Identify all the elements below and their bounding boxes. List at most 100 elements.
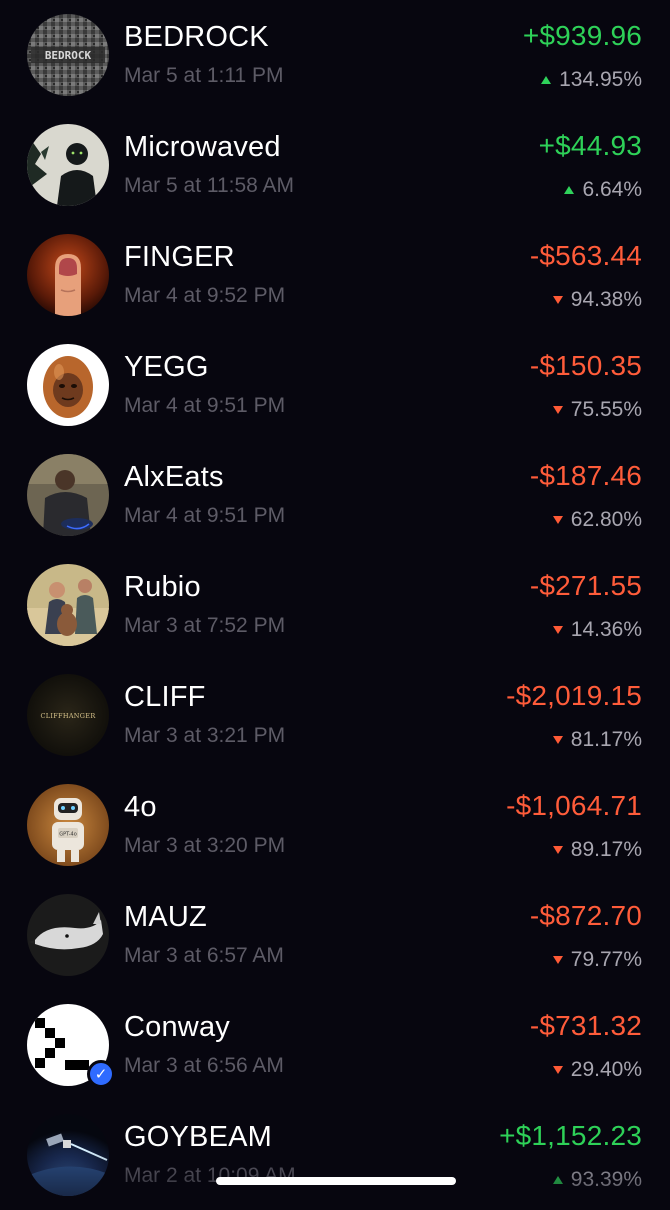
triangle-up-icon: [564, 186, 575, 194]
finger-avatar-image: [27, 234, 109, 316]
token-avatar: [27, 1114, 109, 1196]
pnl-percent: 89.17%: [552, 838, 642, 862]
token-avatar: [27, 564, 109, 646]
holding-row-goybeam[interactable]: GOYBEAM Mar 2 at 10:09 AM +$1,152.23 93.…: [0, 1100, 670, 1210]
token-name: MAUZ: [124, 901, 207, 933]
purchase-date: Mar 3 at 3:21 PM: [124, 724, 286, 747]
triangle-up-icon: [552, 1176, 563, 1184]
pnl-amount: -$271.55: [529, 570, 642, 601]
token-name: CLIFF: [124, 681, 206, 713]
purchase-date: Mar 3 at 3:20 PM: [124, 834, 286, 857]
token-avatar: [27, 234, 109, 316]
triangle-up-icon: [541, 76, 552, 84]
holding-row-cliff[interactable]: CLIFFHANGER CLIFF Mar 3 at 3:21 PM -$2,0…: [0, 660, 670, 770]
holding-row-yegg[interactable]: YEGG Mar 4 at 9:51 PM -$150.35 75.55%: [0, 330, 670, 440]
token-name: BEDROCK: [124, 21, 269, 53]
goybeam-avatar-image: [27, 1114, 109, 1196]
microwaved-avatar-image: [27, 124, 109, 206]
pnl-percent-value: 29.40%: [570, 1058, 642, 1081]
verified-check-icon: ✓: [87, 1060, 115, 1088]
holding-row-4o[interactable]: GPT-4o 4o Mar 3 at 3:20 PM -$1,064.71 89…: [0, 770, 670, 880]
token-name: AlxEats: [124, 461, 224, 493]
token-name: YEGG: [124, 351, 209, 383]
triangle-down-icon: [552, 406, 563, 414]
pnl-amount: -$2,019.15: [506, 680, 642, 711]
purchase-date: Mar 4 at 9:51 PM: [124, 504, 286, 527]
pnl-amount: +$939.96: [522, 20, 642, 51]
pnl-amount: +$44.93: [538, 130, 642, 161]
purchase-date: Mar 5 at 1:11 PM: [124, 64, 284, 87]
token-avatar: ✓: [27, 1004, 115, 1088]
token-avatar: CLIFFHANGER: [27, 674, 109, 756]
triangle-down-icon: [552, 736, 563, 744]
yegg-avatar-image: [27, 344, 109, 426]
pnl-amount: -$150.35: [529, 350, 642, 381]
mauz-avatar-image: [27, 894, 109, 976]
4o-avatar-image: GPT-4o: [27, 784, 109, 866]
pnl-percent-value: 89.17%: [570, 838, 642, 861]
pnl-percent: 29.40%: [552, 1058, 642, 1082]
pnl-percent: 6.64%: [564, 178, 642, 202]
token-avatar: [27, 454, 109, 536]
token-avatar: GPT-4o: [27, 784, 109, 866]
pnl-percent: 75.55%: [552, 398, 642, 422]
pnl-percent-value: 93.39%: [570, 1168, 642, 1191]
purchase-date: Mar 4 at 9:51 PM: [124, 394, 286, 417]
pnl-amount: -$872.70: [529, 900, 642, 931]
pnl-percent: 94.38%: [552, 288, 642, 312]
token-name: Conway: [124, 1011, 230, 1043]
token-name: GOYBEAM: [124, 1121, 273, 1153]
rubio-avatar-image: [27, 564, 109, 646]
pnl-amount: -$731.32: [529, 1010, 642, 1041]
pnl-percent-value: 62.80%: [570, 508, 642, 531]
purchase-date: Mar 4 at 9:52 PM: [124, 284, 286, 307]
pnl-percent-value: 14.36%: [570, 618, 642, 641]
pnl-percent-value: 79.77%: [570, 948, 642, 971]
token-name: FINGER: [124, 241, 235, 273]
triangle-down-icon: [552, 626, 563, 634]
pnl-amount: -$1,064.71: [506, 790, 642, 821]
alxeats-avatar-image: [27, 454, 109, 536]
token-name: Rubio: [124, 571, 201, 603]
pnl-amount: -$187.46: [529, 460, 642, 491]
holding-row-rubio[interactable]: Rubio Mar 3 at 7:52 PM -$271.55 14.36%: [0, 550, 670, 660]
pnl-percent: 14.36%: [552, 618, 642, 642]
pnl-percent: 79.77%: [552, 948, 642, 972]
token-avatar: BEDROCK: [27, 14, 109, 96]
purchase-date: Mar 5 at 11:58 AM: [124, 174, 295, 197]
pnl-percent-value: 75.55%: [570, 398, 642, 421]
pnl-percent: 62.80%: [552, 508, 642, 532]
triangle-down-icon: [552, 846, 563, 854]
bedrock-logo-text: BEDROCK: [45, 49, 92, 62]
home-indicator[interactable]: [216, 1177, 456, 1185]
holding-row-finger[interactable]: FINGER Mar 4 at 9:52 PM -$563.44 94.38%: [0, 220, 670, 330]
triangle-down-icon: [552, 516, 563, 524]
pnl-amount: +$1,152.23: [499, 1120, 642, 1151]
purchase-date: Mar 3 at 6:56 AM: [124, 1054, 284, 1077]
pnl-percent: 134.95%: [541, 68, 642, 92]
holding-row-conway[interactable]: ✓ Conway Mar 3 at 6:56 AM -$731.32 29.40…: [0, 990, 670, 1100]
bedrock-avatar-image: BEDROCK: [27, 14, 109, 96]
token-avatar: [27, 894, 109, 976]
holding-row-microwaved[interactable]: Microwaved Mar 5 at 11:58 AM +$44.93 6.6…: [0, 110, 670, 220]
token-name: Microwaved: [124, 131, 281, 163]
triangle-down-icon: [552, 296, 563, 304]
pnl-percent: 81.17%: [552, 728, 642, 752]
gpt-4o-badge-text: GPT-4o: [59, 832, 77, 838]
purchase-date: Mar 3 at 6:57 AM: [124, 944, 284, 967]
holding-row-alxeats[interactable]: AlxEats Mar 4 at 9:51 PM -$187.46 62.80%: [0, 440, 670, 550]
triangle-down-icon: [552, 1066, 563, 1074]
token-avatar: [27, 344, 109, 426]
pnl-percent-value: 134.95%: [559, 68, 642, 91]
pnl-amount: -$563.44: [529, 240, 642, 271]
holding-row-mauz[interactable]: MAUZ Mar 3 at 6:57 AM -$872.70 79.77%: [0, 880, 670, 990]
pnl-percent-value: 94.38%: [570, 288, 642, 311]
pnl-percent: 93.39%: [552, 1168, 642, 1192]
pnl-percent-value: 81.17%: [570, 728, 642, 751]
cliffhanger-logo-text: CLIFFHANGER: [40, 712, 96, 720]
purchase-date: Mar 3 at 7:52 PM: [124, 614, 286, 637]
token-name: 4o: [124, 791, 157, 823]
holding-row-bedrock[interactable]: BEDROCK BEDROCK Mar 5 at 1:11 PM +$939.9…: [0, 0, 670, 110]
triangle-down-icon: [552, 956, 563, 964]
pnl-percent-value: 6.64%: [582, 178, 642, 201]
